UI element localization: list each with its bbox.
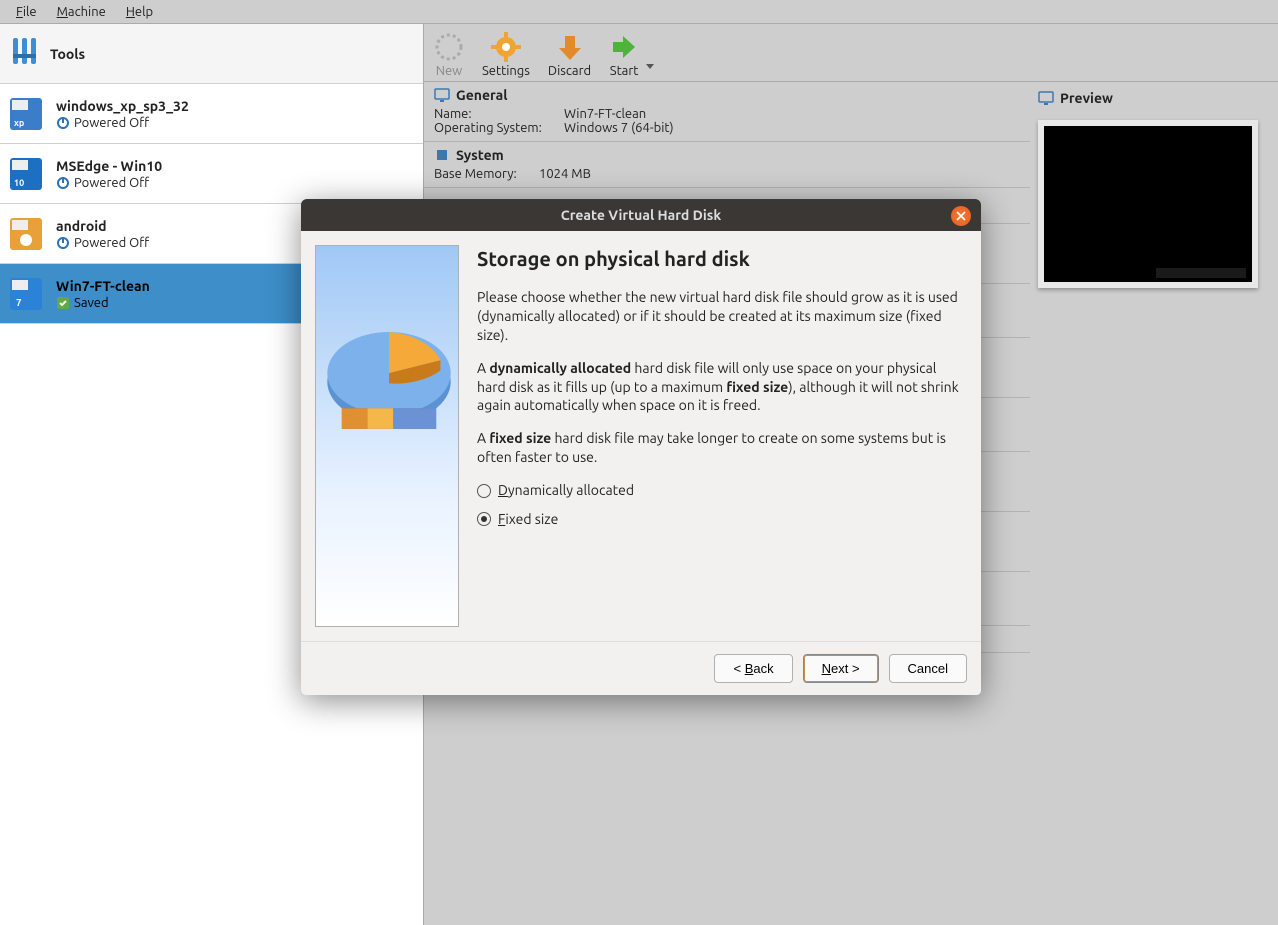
mem-value: 1024 MB [539, 167, 591, 181]
system-header: System [456, 147, 504, 163]
system-section: System Base Memory:1024 MB [424, 142, 1030, 188]
svg-text:7: 7 [16, 297, 22, 308]
dialog-p2: A dynamically allocated hard disk file w… [477, 359, 967, 416]
vm-item-windows-xp[interactable]: xp windows_xp_sp3_32 Powered Off [0, 84, 423, 144]
general-header: General [456, 87, 508, 103]
power-icon [56, 116, 70, 130]
tools-button[interactable]: Tools [0, 24, 423, 84]
name-value: Win7-FT-clean [564, 107, 646, 121]
new-button: New [434, 32, 464, 78]
discard-button[interactable]: Discard [548, 32, 591, 78]
vm-os-icon [10, 218, 42, 250]
dialog-titlebar[interactable]: Create Virtual Hard Disk [301, 199, 981, 231]
monitor-icon [434, 87, 450, 103]
power-icon [56, 236, 70, 250]
general-section: General Name:Win7-FT-clean Operating Sys… [424, 82, 1030, 142]
svg-text:xp: xp [14, 118, 24, 128]
mem-key: Base Memory: [434, 167, 539, 181]
vm-name-label: Win7-FT-clean [56, 278, 150, 294]
power-icon [56, 176, 70, 190]
settings-label: Settings [482, 64, 530, 78]
gear-icon [491, 32, 521, 62]
pie-icon [304, 326, 474, 446]
os-key: Operating System: [434, 121, 564, 135]
chip-icon [434, 147, 450, 163]
dialog-p1: Please choose whether the new virtual ha… [477, 288, 967, 345]
start-button[interactable]: Start [609, 32, 639, 78]
vm-status-label: Saved [74, 296, 109, 310]
radio-dynamically-allocated[interactable]: Dynamically allocated [477, 481, 967, 500]
vm-os-icon: xp [10, 98, 42, 130]
back-button[interactable]: < Back [714, 654, 792, 683]
create-vhd-dialog: Create Virtual Hard Disk Storage on phys… [301, 199, 981, 695]
name-key: Name: [434, 107, 564, 121]
vm-item-msedge[interactable]: 10 MSEdge - Win10 Powered Off [0, 144, 423, 204]
new-label: New [436, 64, 463, 78]
tools-icon [10, 36, 40, 72]
radio-label: Fixed size [498, 510, 558, 529]
dialog-close-button[interactable] [951, 206, 971, 226]
new-icon [434, 32, 464, 62]
discard-icon [555, 32, 585, 62]
preview-thumbnail[interactable] [1038, 120, 1258, 288]
cancel-button[interactable]: Cancel [889, 654, 967, 683]
start-dropdown-icon[interactable] [645, 61, 655, 71]
dialog-illustration [315, 245, 459, 627]
radio-icon [477, 484, 491, 498]
close-icon [956, 211, 966, 221]
dialog-title: Create Virtual Hard Disk [561, 207, 721, 223]
svg-text:10: 10 [14, 178, 24, 188]
vm-os-icon: 10 [10, 158, 42, 190]
next-button[interactable]: Next > [803, 654, 879, 683]
start-label: Start [610, 64, 639, 78]
vm-name-label: windows_xp_sp3_32 [56, 98, 189, 114]
discard-label: Discard [548, 64, 591, 78]
vm-status-label: Powered Off [74, 116, 149, 130]
monitor-icon [1038, 90, 1054, 106]
menu-file[interactable]: File [6, 3, 47, 21]
menubar: File Machine Help [0, 0, 1278, 24]
vm-name-label: android [56, 218, 149, 234]
menu-machine[interactable]: Machine [47, 3, 116, 21]
vm-name-label: MSEdge - Win10 [56, 158, 162, 174]
vm-os-icon: 7 [10, 278, 42, 310]
main-toolbar: New Settings Discard Start [424, 24, 1278, 82]
radio-fixed-size[interactable]: Fixed size [477, 510, 967, 529]
saved-icon [56, 296, 70, 310]
dialog-heading: Storage on physical hard disk [477, 245, 967, 272]
start-icon [609, 32, 639, 62]
dialog-p3: A fixed size hard disk file may take lon… [477, 429, 967, 467]
preview-header: Preview [1060, 90, 1113, 106]
vm-status-label: Powered Off [74, 176, 149, 190]
tools-label: Tools [50, 46, 85, 62]
os-value: Windows 7 (64-bit) [564, 121, 674, 135]
menu-help[interactable]: Help [116, 3, 163, 21]
radio-icon [477, 512, 491, 526]
radio-label: Dynamically allocated [498, 481, 634, 500]
vm-status-label: Powered Off [74, 236, 149, 250]
settings-button[interactable]: Settings [482, 32, 530, 78]
